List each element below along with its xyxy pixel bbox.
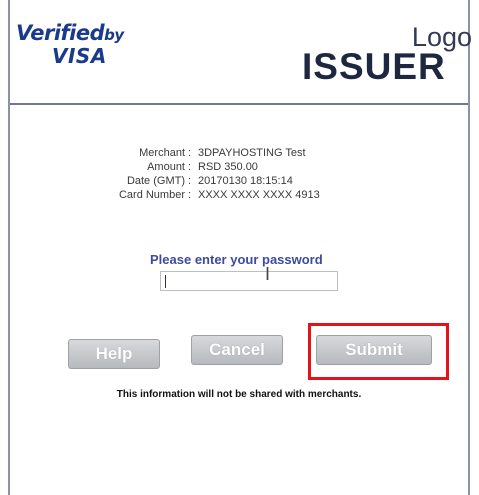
- header: Verifiedby VISA Logo ISSUER: [10, 0, 472, 105]
- merchant-label: Merchant: [139, 147, 185, 159]
- text-caret: [165, 275, 166, 288]
- password-field[interactable]: I: [160, 264, 338, 291]
- verified-by-visa-logo: Verifiedby VISA: [16, 22, 156, 66]
- brand-by-text: by: [104, 26, 124, 44]
- transaction-details: Merchant : 3DPAYHOSTING Test Amount : RS…: [10, 146, 468, 202]
- merchant-value: 3DPAYHOSTING Test: [198, 147, 306, 159]
- date-label: Date (GMT): [126, 175, 185, 187]
- card-number-label: Card Number: [118, 189, 185, 201]
- issuer-name: ISSUER: [302, 46, 446, 87]
- cancel-button[interactable]: Cancel: [191, 335, 283, 365]
- amount-label: Amount: [147, 161, 185, 173]
- help-button[interactable]: Help: [68, 339, 160, 369]
- auth-frame: Verifiedby VISA Logo ISSUER Merchant : 3…: [8, 0, 472, 495]
- date-value: 20170130 18:15:14: [198, 175, 293, 187]
- brand-verified-text: Verified: [16, 21, 105, 45]
- detail-row-amount: Amount : RSD 350.00: [10, 160, 468, 174]
- detail-row-card-number: Card Number : XXXX XXXX XXXX 4913: [10, 188, 468, 202]
- amount-value: RSD 350.00: [198, 161, 258, 173]
- brand-visa-text: VISA: [52, 44, 107, 68]
- ibeam-cursor-icon: I: [265, 264, 271, 284]
- privacy-notice: This information will not be shared with…: [116, 389, 362, 400]
- detail-row-date: Date (GMT) : 20170130 18:15:14: [10, 174, 468, 188]
- password-prompt: Please enter your password: [150, 252, 323, 267]
- card-number-value: XXXX XXXX XXXX 4913: [198, 189, 320, 201]
- issuer-logo: Logo ISSUER: [302, 22, 472, 92]
- detail-row-merchant: Merchant : 3DPAYHOSTING Test: [10, 146, 468, 160]
- submit-highlight-box: [308, 323, 449, 380]
